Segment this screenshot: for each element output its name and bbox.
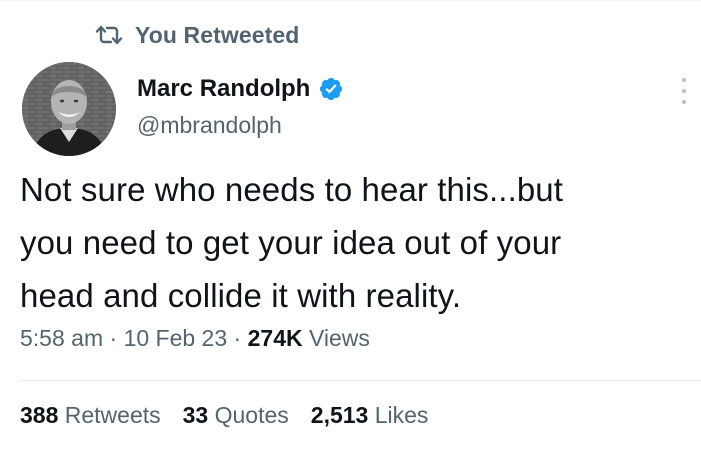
more-options-icon[interactable] xyxy=(676,78,692,104)
author-block: Marc Randolph @mbrandolph xyxy=(137,72,344,139)
author-name-row: Marc Randolph xyxy=(137,72,344,106)
retweets-count: 388 xyxy=(20,402,59,428)
retweets-stat[interactable]: 388 Retweets xyxy=(20,402,161,429)
tweet-date[interactable]: 10 Feb 23 xyxy=(124,325,228,351)
views-label: Views xyxy=(308,325,370,351)
tweet-meta: 5:58 am · 10 Feb 23 · 274K Views xyxy=(20,325,370,352)
quotes-label: Quotes xyxy=(214,402,289,428)
meta-separator: · xyxy=(109,325,118,351)
tweet-text-line: head and collide it with reality. xyxy=(20,277,462,314)
verified-badge-icon[interactable] xyxy=(318,76,344,102)
stats-divider xyxy=(20,380,701,381)
social-context: You Retweeted xyxy=(95,20,299,50)
avatar[interactable] xyxy=(22,62,116,156)
top-divider xyxy=(0,0,701,1)
tweet-text-line: Not sure who needs to hear this...but xyxy=(20,171,564,208)
author-display-name[interactable]: Marc Randolph xyxy=(137,75,310,103)
meta-separator: · xyxy=(233,325,242,351)
quotes-stat[interactable]: 33 Quotes xyxy=(183,402,289,429)
likes-stat[interactable]: 2,513 Likes xyxy=(311,402,429,429)
retweets-label: Retweets xyxy=(64,402,161,428)
tweet-text-line: you need to get your idea out of your xyxy=(20,224,562,261)
retweet-icon xyxy=(95,24,123,46)
views-count: 274K xyxy=(247,325,303,351)
quotes-count: 33 xyxy=(182,402,209,428)
tweet-text: Not sure who needs to hear this...but yo… xyxy=(20,163,690,322)
tweet-time[interactable]: 5:58 am xyxy=(20,325,103,351)
tweet-stats: 388 Retweets 33 Quotes 2,513 Likes xyxy=(20,402,428,429)
author-handle[interactable]: @mbrandolph xyxy=(137,112,344,139)
likes-count: 2,513 xyxy=(310,402,369,428)
social-context-label[interactable]: You Retweeted xyxy=(135,22,299,49)
likes-label: Likes xyxy=(374,402,429,428)
